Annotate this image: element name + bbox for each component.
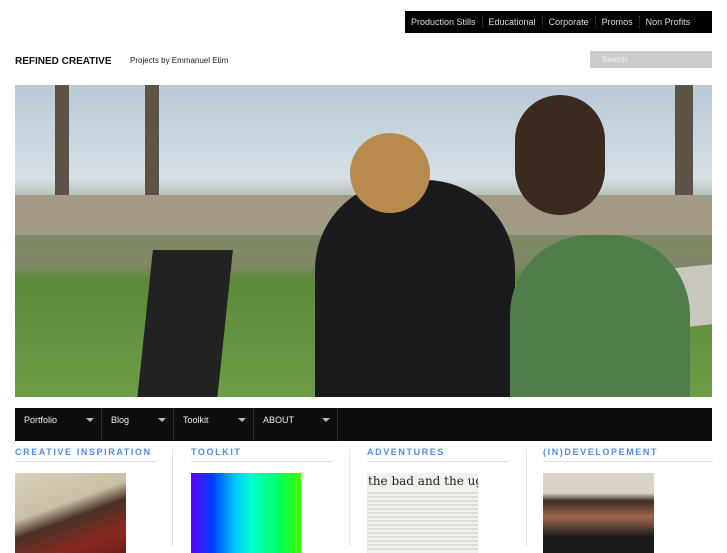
nav-portfolio[interactable]: Portfolio (15, 408, 102, 441)
thumbnail-image[interactable]: the bad and the ugl (367, 473, 478, 553)
caret-down-icon (158, 418, 166, 422)
top-nav-non-profits[interactable]: Non Profits (638, 16, 697, 28)
caret-down-icon (86, 418, 94, 422)
nav-toolkit[interactable]: Toolkit (174, 408, 254, 441)
nav-label: Toolkit (183, 415, 209, 425)
divider (349, 449, 350, 545)
site-title[interactable]: REFINED CREATIVE (15, 56, 112, 67)
nav-blog[interactable]: Blog (102, 408, 174, 441)
top-nav: Production Stills Educational Corporate … (405, 11, 712, 33)
thumbnail-headline: the bad and the ugl (368, 474, 478, 488)
section-title[interactable]: ADVENTURES (367, 447, 509, 462)
hero-image (15, 85, 712, 397)
nav-label: ABOUT (263, 415, 295, 425)
section-in-developement: (IN)DEVELOPEMENT (543, 447, 713, 553)
top-nav-corporate[interactable]: Corporate (541, 16, 595, 28)
caret-down-icon (322, 418, 330, 422)
section-creative-inspiration: CREATIVE INSPIRATION (15, 447, 173, 553)
section-title[interactable]: (IN)DEVELOPEMENT (543, 447, 713, 462)
top-nav-promos[interactable]: Promos (594, 16, 639, 28)
nav-label: Blog (111, 415, 130, 425)
section-adventures: ADVENTURES the bad and the ugl (367, 447, 525, 553)
top-nav-production-stills[interactable]: Production Stills (405, 16, 482, 28)
nav-label: Portfolio (24, 415, 58, 425)
site-tagline: Projects by Emmanuel Etim (130, 56, 229, 65)
search-input[interactable] (590, 51, 712, 68)
divider (526, 449, 527, 545)
section-toolkit: TOOLKIT (191, 447, 349, 553)
thumbnail-image[interactable] (15, 473, 126, 553)
main-nav: Portfolio Blog Toolkit ABOUT (15, 408, 712, 441)
thumbnail-image[interactable] (191, 473, 301, 553)
nav-about[interactable]: ABOUT (254, 408, 338, 441)
caret-down-icon (238, 418, 246, 422)
section-title[interactable]: TOOLKIT (191, 447, 333, 462)
thumbnail-image[interactable] (543, 473, 654, 553)
divider (172, 449, 173, 545)
section-title[interactable]: CREATIVE INSPIRATION (15, 447, 157, 462)
top-nav-educational[interactable]: Educational (481, 16, 542, 28)
